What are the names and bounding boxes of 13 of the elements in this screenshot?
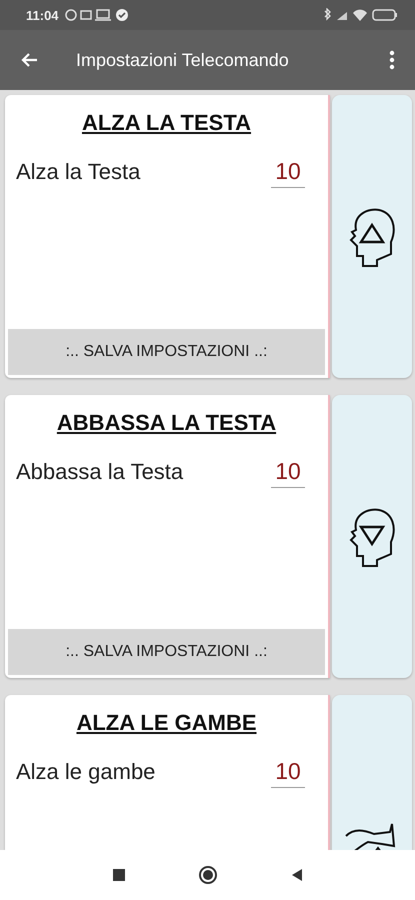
card-title: ALZA LE GAMBE [75, 710, 258, 736]
setting-label: Abbassa la Testa [16, 459, 184, 485]
status-time: 11:04 [26, 8, 59, 22]
save-settings-button[interactable]: :.. SALVA IMPOSTAZIONI ..: [8, 629, 325, 675]
save-settings-button[interactable]: :.. SALVA IMPOSTAZIONI ..: [8, 329, 325, 375]
setting-label: Alza le gambe [16, 759, 156, 785]
setting-label: Alza la Testa [16, 159, 140, 185]
value-field[interactable]: 10 [271, 456, 305, 488]
screen-title: Impostazioni Telecomando [76, 50, 290, 70]
card-title: ALZA LA TESTA [80, 110, 252, 136]
value-field[interactable]: 10 [271, 156, 305, 188]
value-field[interactable]: 10 [271, 756, 305, 788]
card-title: ABBASSA LA TESTA [56, 410, 278, 436]
